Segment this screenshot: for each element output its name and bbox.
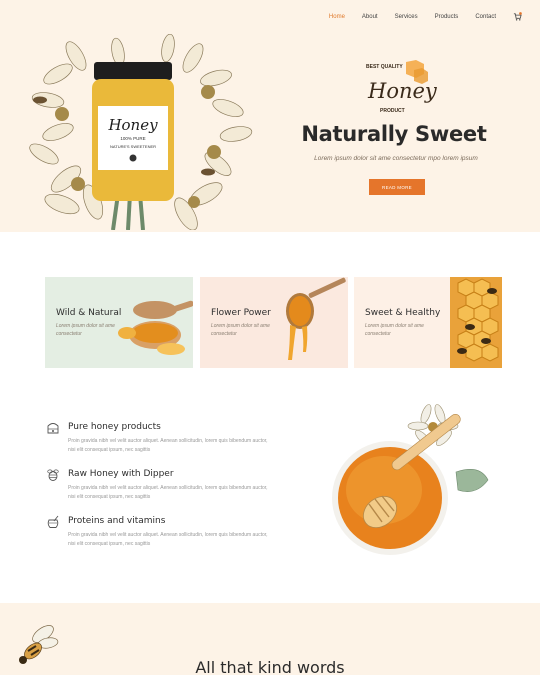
feature-card-wild-natural: Wild & Natural Lorem ipsum dolor sit ame… bbox=[45, 277, 193, 368]
testimonials-section: All that kind words bbox=[0, 603, 540, 675]
best-quality-honey-logo: BEST QUALITY Honey PRODUCT bbox=[366, 60, 438, 114]
nav-item-services[interactable]: Services bbox=[395, 14, 418, 20]
honey-jar-flowers-illustration: Honey 100% PURE NATURE'S SWEETENER bbox=[29, 34, 253, 230]
benefit-text: Proin gravida nibh vel velit auctor aliq… bbox=[68, 438, 268, 453]
jar-line1: 100% PURE bbox=[120, 136, 145, 141]
main-nav: Home About Services Products Contact bbox=[329, 12, 522, 21]
svg-text:Honey: Honey bbox=[367, 79, 438, 103]
honeycomb-bees-icon bbox=[450, 277, 502, 368]
benefit-text: Proin gravida nibh vel velit auctor aliq… bbox=[68, 485, 268, 500]
card-title: Flower Power bbox=[211, 308, 271, 318]
honey-spoon-icon bbox=[118, 300, 193, 355]
hero-title: Naturally Sweet bbox=[301, 122, 487, 146]
svg-text:BEST QUALITY: BEST QUALITY bbox=[366, 64, 403, 70]
nav-item-home[interactable]: Home bbox=[329, 14, 345, 20]
honey-pot-icon bbox=[47, 515, 59, 528]
svg-text:PRODUCT: PRODUCT bbox=[380, 108, 405, 114]
read-more-button[interactable]: READ MORE bbox=[369, 179, 425, 195]
jar-line2: NATURE'S SWEETENER bbox=[110, 144, 156, 149]
benefit-title: Proteins and vitamins bbox=[68, 516, 166, 526]
hero-subtitle: Lorem ipsum dolor sit ame consectetur mp… bbox=[314, 155, 478, 162]
hero-section: Honey 100% PURE NATURE'S SWEETENER BEST … bbox=[0, 0, 540, 232]
nav-item-about[interactable]: About bbox=[362, 14, 378, 20]
jar-brand: Honey bbox=[107, 116, 158, 134]
feature-card-sweet-healthy: Sweet & Healthy Lorem ipsum dolor sit am… bbox=[354, 277, 502, 368]
testimonials-title: All that kind words bbox=[195, 658, 345, 675]
honey-bowl-dipper-illustration bbox=[332, 404, 489, 555]
bee-icon bbox=[47, 469, 59, 481]
honey-dipper-icon bbox=[286, 277, 346, 360]
card-title: Wild & Natural bbox=[56, 308, 122, 318]
hive-icon bbox=[47, 423, 59, 434]
benefit-title: Pure honey products bbox=[68, 422, 161, 432]
nav-item-products[interactable]: Products bbox=[435, 14, 459, 20]
benefit-title: Raw Honey with Dipper bbox=[68, 469, 174, 479]
feature-card-flower-power: Flower Power Lorem ipsum dolor sit ame c… bbox=[200, 277, 348, 368]
cart-icon[interactable] bbox=[513, 12, 522, 21]
nav-item-contact[interactable]: Contact bbox=[475, 14, 496, 20]
benefit-text: Proin gravida nibh vel velit auctor aliq… bbox=[68, 532, 268, 547]
